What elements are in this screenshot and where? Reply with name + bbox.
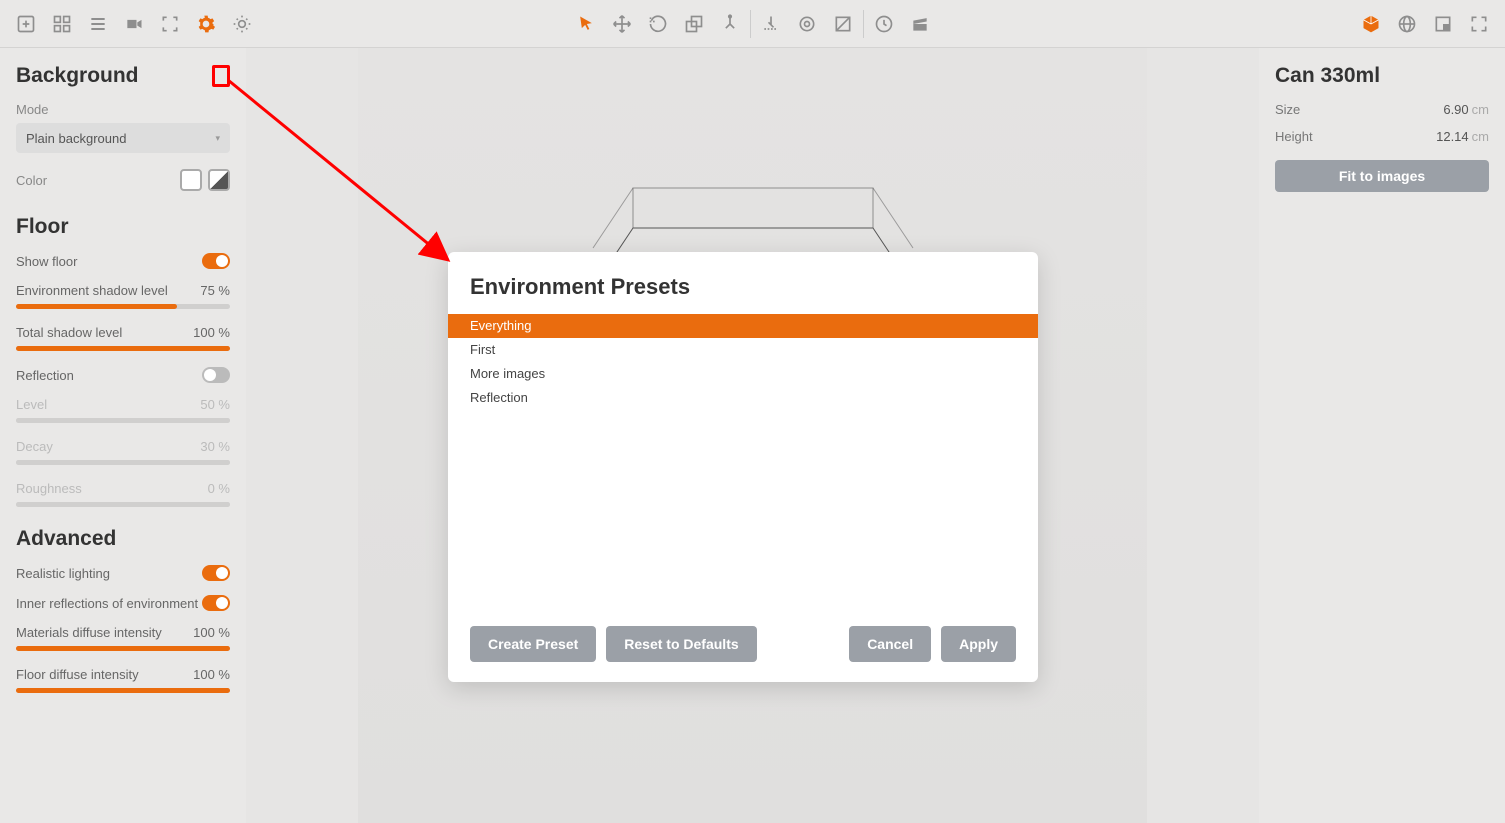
level-slider: [16, 418, 230, 423]
pivot-icon[interactable]: [712, 6, 748, 42]
height-label: Height: [1275, 129, 1313, 144]
floor-heading: Floor: [16, 215, 69, 239]
env-shadow-value: 75 %: [200, 283, 230, 298]
reflection-toggle[interactable]: [202, 367, 230, 383]
realistic-label: Realistic lighting: [16, 566, 110, 581]
camera-icon[interactable]: [116, 6, 152, 42]
top-toolbar: [0, 0, 1505, 48]
preset-item-everything[interactable]: Everything: [448, 314, 1038, 338]
env-shadow-label: Environment shadow level: [16, 283, 168, 298]
dialog-title: Environment Presets: [448, 274, 1038, 314]
list-icon[interactable]: [80, 6, 116, 42]
preset-item-reflection[interactable]: Reflection: [448, 386, 1038, 410]
grid-icon[interactable]: [44, 6, 80, 42]
cube-icon[interactable]: [1353, 6, 1389, 42]
show-floor-label: Show floor: [16, 254, 77, 269]
preset-item-first[interactable]: First: [448, 338, 1038, 362]
left-panel: Background Mode Plain background Color F…: [0, 48, 246, 823]
cursor-icon[interactable]: [568, 6, 604, 42]
level-label: Level: [16, 397, 47, 412]
target-icon[interactable]: [789, 6, 825, 42]
color-swatch-1[interactable]: [180, 169, 202, 191]
mode-label: Mode: [16, 102, 230, 117]
scale-icon[interactable]: [676, 6, 712, 42]
window-icon[interactable]: [1425, 6, 1461, 42]
mat-diff-slider[interactable]: [16, 646, 230, 651]
mode-value: Plain background: [26, 131, 126, 146]
floor-diff-value: 100 %: [193, 667, 230, 682]
rotate-icon[interactable]: [640, 6, 676, 42]
preset-list: Everything First More images Reflection: [448, 314, 1038, 626]
total-shadow-value: 100 %: [193, 325, 230, 340]
color-label: Color: [16, 173, 47, 188]
drop-icon[interactable]: [753, 6, 789, 42]
decay-slider: [16, 460, 230, 465]
cancel-button[interactable]: Cancel: [849, 626, 931, 662]
environment-presets-dialog: Environment Presets Everything First Mor…: [448, 252, 1038, 682]
reflection-label: Reflection: [16, 368, 74, 383]
mat-diff-value: 100 %: [193, 625, 230, 640]
height-value: 12.14: [1436, 129, 1469, 144]
fit-to-images-button[interactable]: Fit to images: [1275, 160, 1489, 192]
inner-refl-label: Inner reflections of environment: [16, 596, 198, 611]
roughness-slider: [16, 502, 230, 507]
reset-defaults-button[interactable]: Reset to Defaults: [606, 626, 756, 662]
show-floor-toggle[interactable]: [202, 253, 230, 269]
color-swatch-2[interactable]: [208, 169, 230, 191]
settings-icon[interactable]: [188, 6, 224, 42]
add-icon[interactable]: [8, 6, 44, 42]
floor-diff-label: Floor diffuse intensity: [16, 667, 139, 682]
apply-button[interactable]: Apply: [941, 626, 1016, 662]
light-icon[interactable]: [224, 6, 260, 42]
roughness-value: 0 %: [208, 481, 230, 496]
total-shadow-slider[interactable]: [16, 346, 230, 351]
decay-label: Decay: [16, 439, 53, 454]
move-icon[interactable]: [604, 6, 640, 42]
env-shadow-slider[interactable]: [16, 304, 230, 309]
fullscreen-icon[interactable]: [1461, 6, 1497, 42]
level-value: 50 %: [200, 397, 230, 412]
mat-diff-label: Materials diffuse intensity: [16, 625, 162, 640]
height-unit: cm: [1472, 129, 1489, 144]
size-label: Size: [1275, 102, 1300, 117]
inner-refl-toggle[interactable]: [202, 595, 230, 611]
roughness-label: Roughness: [16, 481, 82, 496]
time-icon[interactable]: [866, 6, 902, 42]
presets-menu-button[interactable]: [212, 65, 230, 87]
decay-value: 30 %: [200, 439, 230, 454]
object-title: Can 330ml: [1275, 64, 1489, 88]
fade-icon[interactable]: [825, 6, 861, 42]
size-unit: cm: [1472, 102, 1489, 117]
size-value: 6.90: [1443, 102, 1468, 117]
advanced-heading: Advanced: [16, 527, 116, 551]
floor-diff-slider[interactable]: [16, 688, 230, 693]
mode-dropdown[interactable]: Plain background: [16, 123, 230, 153]
right-panel: Can 330ml Size 6.90 cm Height 12.14cm Fit…: [1259, 48, 1505, 823]
background-heading: Background: [16, 64, 139, 88]
create-preset-button[interactable]: Create Preset: [470, 626, 596, 662]
globe-icon[interactable]: [1389, 6, 1425, 42]
focus-icon[interactable]: [152, 6, 188, 42]
clapper-icon[interactable]: [902, 6, 938, 42]
preset-item-more-images[interactable]: More images: [448, 362, 1038, 386]
total-shadow-label: Total shadow level: [16, 325, 122, 340]
realistic-toggle[interactable]: [202, 565, 230, 581]
